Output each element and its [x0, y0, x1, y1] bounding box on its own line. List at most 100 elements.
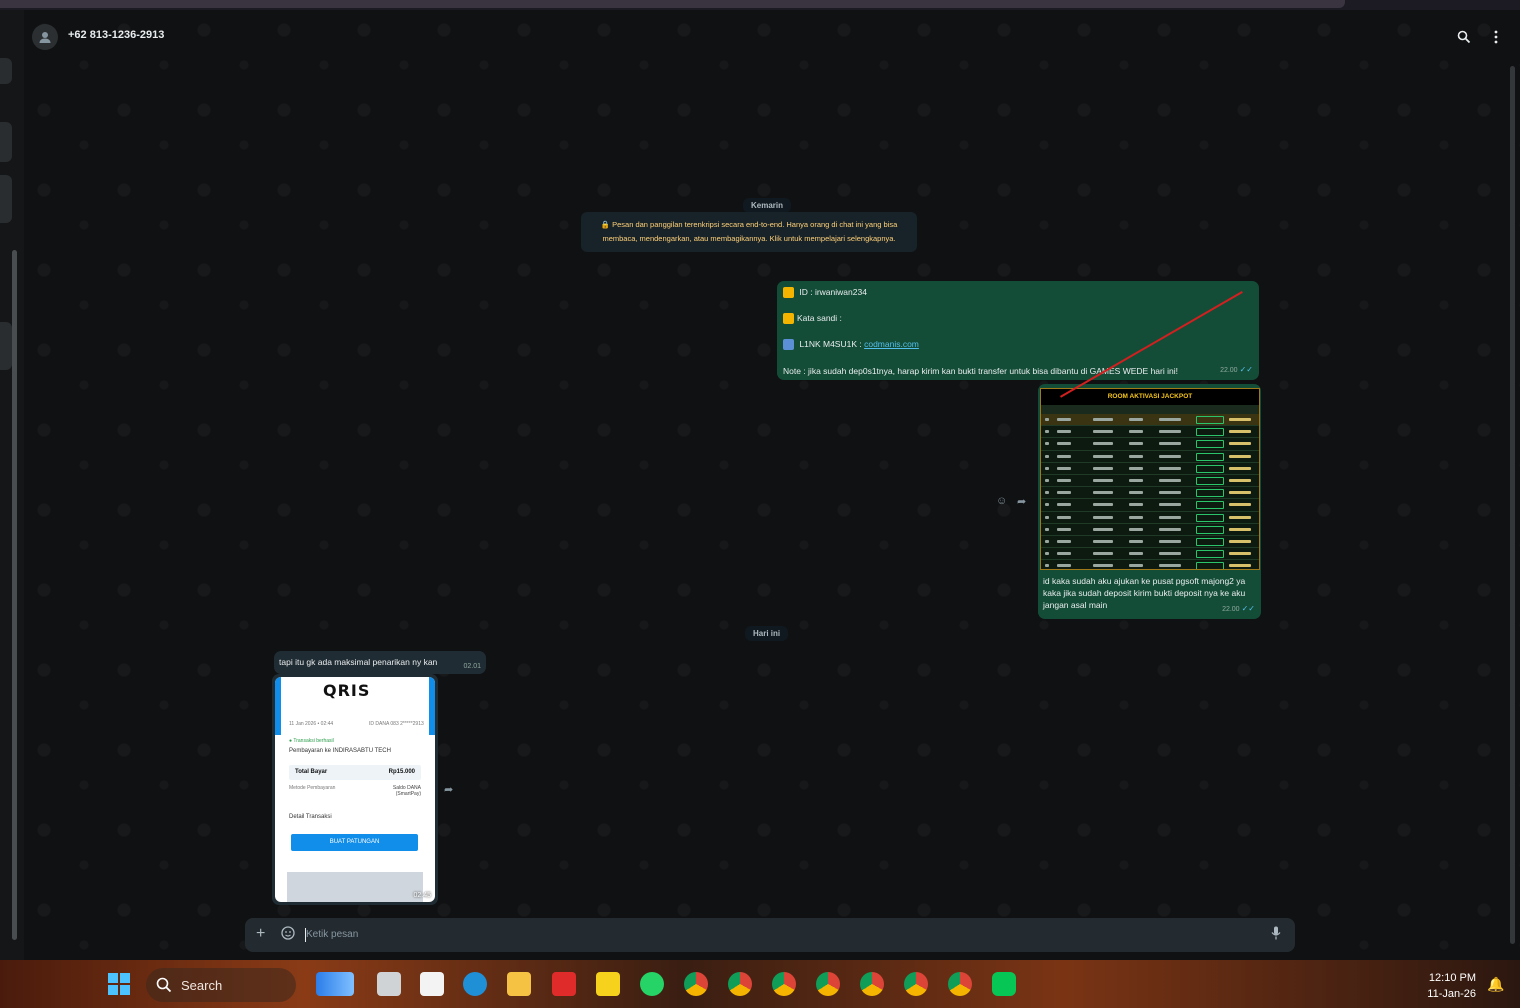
attach-plus-icon[interactable]: +: [256, 925, 265, 943]
menu-button[interactable]: [1485, 26, 1507, 48]
image-status-badge: [1196, 550, 1224, 559]
chat-scrollbar[interactable]: [1510, 66, 1516, 944]
image-table-row: [1041, 426, 1259, 439]
rail-tab[interactable]: [0, 175, 12, 223]
edge-browser-icon[interactable]: [463, 972, 487, 996]
image-table-cell: [1129, 478, 1143, 482]
image-status-badge: [1196, 464, 1224, 473]
image-table-cell: [1159, 491, 1181, 495]
contact-name[interactable]: +62 813-1236-2913: [68, 29, 164, 41]
image-title: ROOM AKTIVASI JACKPOT: [1041, 389, 1259, 405]
jackpot-screenshot-image[interactable]: ROOM AKTIVASI JACKPOT: [1040, 388, 1260, 570]
date-divider-yesterday: Kemarin: [743, 198, 792, 213]
file-explorer-icon[interactable]: [507, 972, 531, 996]
image-table-cell: [1159, 527, 1181, 531]
image-table-cell: [1057, 539, 1071, 543]
transaction-detail-label: Detail Transaksi: [289, 814, 332, 820]
rail-tab[interactable]: [0, 122, 12, 162]
task-view-icon[interactable]: [377, 972, 401, 996]
image-table-cell: [1093, 539, 1113, 543]
wps-office-icon[interactable]: [552, 972, 576, 996]
image-table-cell: [1093, 466, 1113, 470]
image-table-cell: [1093, 491, 1113, 495]
chrome-profile-icon[interactable]: [772, 972, 796, 996]
sticky-notes-icon[interactable]: [596, 972, 620, 996]
qris-logo: QRIS: [323, 681, 371, 700]
taskbar-search[interactable]: Search: [146, 968, 296, 1002]
message-id-line: ID : irwaniwan234: [783, 286, 867, 299]
forward-icon[interactable]: ➦: [444, 783, 453, 796]
message-meta: 22.00 ✓✓: [1222, 598, 1255, 616]
image-table-cell: [1045, 539, 1049, 543]
notification-bell-icon[interactable]: 🔔: [1487, 976, 1504, 993]
sidebar-scrollbar[interactable]: [12, 250, 17, 940]
payee: Pembayaran ke INDIRASABTU TECH: [289, 748, 391, 754]
payment-method-value: Saldo DANA (SmartPay): [392, 785, 421, 797]
message-bubble-outgoing[interactable]: ID : irwaniwan234 Kata sandi : L1NK M4SU…: [777, 281, 1259, 380]
text-editor-icon[interactable]: [420, 972, 444, 996]
chrome-profile-icon[interactable]: [728, 972, 752, 996]
microphone-icon[interactable]: [1271, 926, 1281, 943]
image-table-cell: [1159, 478, 1181, 482]
message-note: Note : jika sudah dep0s1tnya, harap kiri…: [783, 366, 1178, 376]
image-table-cell: [1129, 430, 1143, 434]
total-value: Rp15.000: [388, 769, 415, 775]
image-table-cell: [1159, 552, 1181, 556]
message-composer: + Ketik pesan: [245, 918, 1295, 952]
system-clock[interactable]: 12:10 PM 11-Jan-26: [1427, 970, 1476, 1002]
encryption-notice[interactable]: 🔒 Pesan dan panggilan terenkripsi secara…: [581, 212, 917, 252]
chrome-profile-icon[interactable]: [860, 972, 884, 996]
image-table-cell: [1057, 564, 1071, 568]
rail-tab[interactable]: [0, 322, 12, 370]
image-table-row: [1041, 524, 1259, 536]
image-amount-cell: [1229, 503, 1251, 507]
search-button[interactable]: [1453, 26, 1475, 48]
scrollbar-thumb[interactable]: [1510, 66, 1515, 944]
image-table-cell: [1093, 478, 1113, 482]
chrome-profile-icon[interactable]: [948, 972, 972, 996]
avatar[interactable]: [32, 24, 58, 50]
search-icon: [1457, 30, 1471, 44]
image-status-badge: [1196, 440, 1224, 449]
chrome-profile-icon[interactable]: [904, 972, 928, 996]
message-time: 02.01: [463, 663, 481, 670]
image-table-cell: [1045, 454, 1049, 458]
image-amount-cell: [1229, 552, 1251, 556]
chrome-profile-icon[interactable]: [816, 972, 840, 996]
image-table-cell: [1057, 527, 1071, 531]
image-status-badge: [1196, 537, 1224, 546]
line-app-icon[interactable]: [992, 972, 1016, 996]
widgets-icon[interactable]: [316, 972, 354, 996]
message-input[interactable]: Ketik pesan: [306, 929, 358, 940]
total-label: Total Bayar: [295, 769, 328, 775]
message-bubble-incoming[interactable]: tapi itu gk ada maksimal penarikan ny ka…: [274, 651, 486, 674]
search-icon: [156, 977, 172, 993]
image-table-cell: [1093, 442, 1113, 446]
total-row: Total Bayar Rp15.000: [289, 765, 421, 780]
left-sidebar-rail: [0, 10, 24, 960]
emoji-react-icon[interactable]: ☺: [996, 495, 1007, 507]
chrome-profile-icon[interactable]: [684, 972, 708, 996]
image-table-cell: [1057, 466, 1071, 470]
image-table-cell: [1129, 552, 1143, 556]
image-amount-cell: [1229, 418, 1251, 421]
forward-icon[interactable]: ➦: [1017, 495, 1026, 508]
start-button[interactable]: [107, 972, 131, 996]
image-table-cell: [1045, 503, 1049, 507]
image-table-cell: [1045, 564, 1049, 568]
buat-patungan-button[interactable]: BUAT PATUNGAN: [291, 834, 418, 851]
payment-receipt-image[interactable]: QRIS 11 Jan 2026 • 02:44 ID DANA 083 2**…: [275, 677, 435, 902]
image-table-cell: [1129, 515, 1143, 519]
rail-tab[interactable]: [0, 58, 12, 84]
image-amount-cell: [1229, 527, 1251, 531]
sticker-icon[interactable]: [281, 926, 295, 943]
message-time: 02.45: [413, 892, 431, 899]
image-table-cell: [1057, 491, 1071, 495]
image-amount-cell: [1229, 454, 1251, 458]
image-status-badge: [1196, 452, 1224, 461]
map-thumbnail: [287, 872, 423, 902]
image-table-cell: [1057, 503, 1071, 507]
search-label: Search: [181, 978, 223, 993]
whatsapp-icon[interactable]: [640, 972, 664, 996]
message-link[interactable]: codmanis.com: [864, 339, 919, 349]
